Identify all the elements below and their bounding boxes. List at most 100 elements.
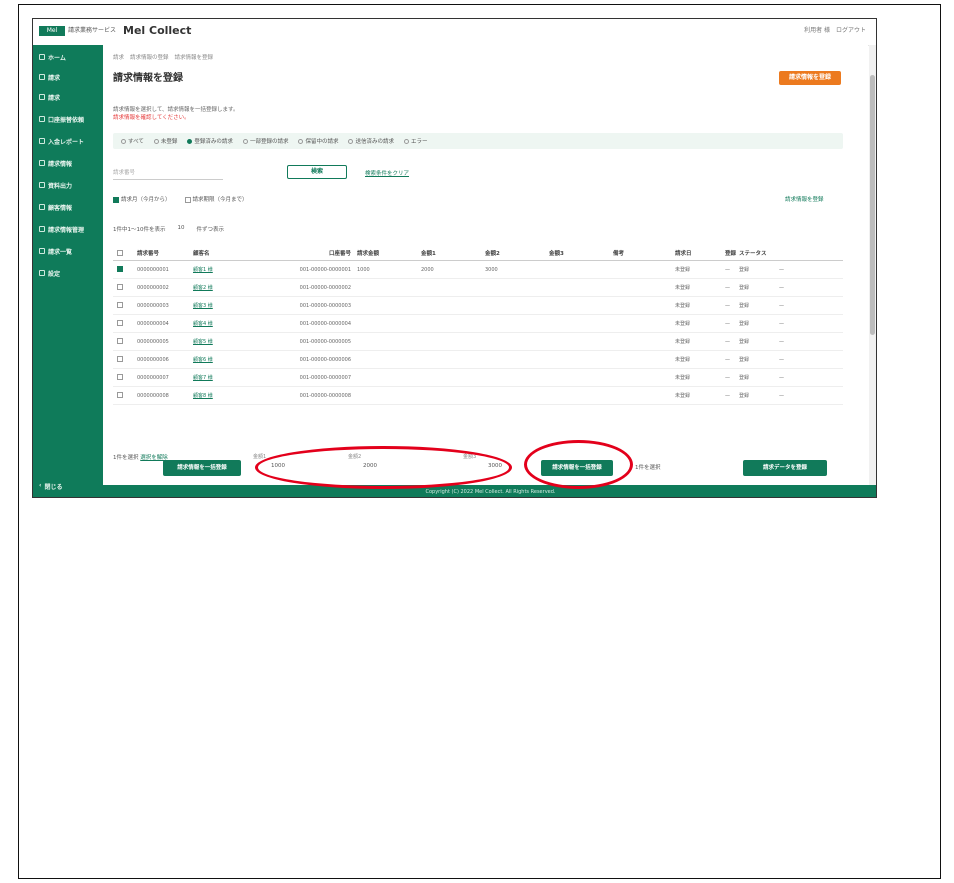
table-row[interactable]: 0000000006 顧客6 様 001-00000-0000006 未登録 — 登録 — — [113, 351, 843, 369]
sidebar-item-transfer[interactable]: 口座振替依頼 — [39, 113, 84, 125]
select-all-checkbox[interactable] — [113, 249, 137, 257]
user-name[interactable]: 利用者 様 — [804, 26, 830, 36]
customer-name-link[interactable]: 顧客4 様 — [193, 320, 237, 327]
column-header[interactable]: 顧客名 — [193, 249, 237, 257]
row-checkbox[interactable] — [113, 374, 137, 381]
status-select[interactable]: 未登録 — [675, 266, 725, 273]
column-header[interactable]: ステータス — [739, 249, 779, 257]
checkbox-this-month[interactable]: 請求月（今月から） — [113, 195, 171, 203]
customer-name-link[interactable]: 顧客5 様 — [193, 338, 237, 345]
sidebar-item-home[interactable]: ホーム — [39, 51, 66, 63]
filter-option[interactable]: 保留中の請求 — [298, 137, 338, 145]
status-select[interactable]: 未登録 — [675, 356, 725, 363]
customer-name-link[interactable]: 顧客1 様 — [193, 266, 237, 273]
row-checkbox[interactable] — [113, 320, 137, 327]
column-header: 登録 — [725, 251, 737, 257]
register-data-button[interactable]: 請求データを登録 — [743, 460, 827, 476]
sidebar-item-billing[interactable]: 請求 — [39, 71, 60, 83]
sidebar-item-info[interactable]: 請求情報 — [39, 157, 72, 169]
status-select[interactable]: 未登録 — [675, 374, 725, 381]
status-select[interactable]: 未登録 — [675, 320, 725, 327]
search-button[interactable]: 検索 — [287, 165, 347, 179]
checkbox-icon — [117, 374, 123, 381]
column-header[interactable]: 請求金額 — [357, 249, 421, 257]
customer-name-link[interactable]: 顧客2 様 — [193, 284, 237, 291]
app-title: Mel Collect — [123, 24, 192, 37]
filter-option[interactable]: すべて — [121, 137, 144, 145]
table-row[interactable]: 0000000003 顧客3 様 001-00000-0000003 未登録 — 登録 — — [113, 297, 843, 315]
customer-name-link[interactable]: 顧客7 様 — [193, 374, 237, 381]
sidebar-item-export[interactable]: 資料出力 — [39, 179, 72, 191]
scrollbar-thumb[interactable] — [870, 75, 875, 335]
breadcrumb-item[interactable]: 請求情報の登録 — [130, 53, 169, 61]
status-select[interactable]: 未登録 — [675, 338, 725, 345]
filter-option-selected[interactable]: 登録済みの請求 — [187, 137, 233, 145]
state-select[interactable]: 登録 — [739, 284, 779, 291]
row-checkbox[interactable] — [113, 266, 137, 273]
state-select[interactable]: 登録 — [739, 338, 779, 345]
row-checkbox[interactable] — [113, 338, 137, 345]
row-checkbox[interactable] — [113, 356, 137, 363]
register-billing-button[interactable]: 請求情報を登録 — [779, 71, 841, 85]
billing-number: 0000000003 — [137, 302, 169, 309]
column-header[interactable]: 金額2 — [485, 249, 549, 257]
column-header[interactable]: 金額3 — [549, 249, 613, 257]
row-checkbox[interactable] — [113, 302, 137, 309]
table-row[interactable]: 0000000007 顧客7 様 001-00000-0000007 未登録 — 登録 — — [113, 369, 843, 387]
table-row[interactable]: 0000000004 顧客4 様 001-00000-0000004 未登録 — 登録 — — [113, 315, 843, 333]
breadcrumb-item[interactable]: 請求 — [113, 53, 124, 61]
sidebar-item-list[interactable]: 請求一覧 — [39, 245, 72, 257]
sidebar-close[interactable]: ‹ 閉じる — [39, 482, 63, 491]
sidebar-item-management[interactable]: 請求情報管理 — [39, 223, 84, 235]
sidebar-item-settings[interactable]: 設定 — [39, 267, 60, 279]
search-input[interactable]: 請求番号 — [113, 167, 223, 180]
home-icon — [39, 54, 45, 60]
table-row[interactable]: 0000000008 顧客8 様 001-00000-0000008 未登録 — 登録 — — [113, 387, 843, 405]
table-row[interactable]: 0000000005 顧客5 様 001-00000-0000005 未登録 — 登録 — — [113, 333, 843, 351]
document-icon — [39, 94, 45, 100]
app-footer: Copyright (C) 2022 Mel Collect. All Righ… — [103, 485, 876, 497]
row-checkbox[interactable] — [113, 392, 137, 399]
state-select[interactable]: 登録 — [739, 374, 779, 381]
filter-option[interactable]: 未登録 — [153, 137, 177, 145]
filter-label: 送信済みの請求 — [355, 139, 394, 145]
radio-checked-icon — [187, 139, 193, 144]
customer-name-link[interactable]: 顧客6 様 — [193, 356, 237, 363]
vertical-scrollbar[interactable] — [869, 45, 876, 485]
list-icon — [39, 248, 45, 254]
logout-link[interactable]: ログアウト — [836, 26, 866, 36]
page-size-select[interactable]: 10 — [178, 225, 185, 233]
customer-name-link[interactable]: 顧客3 様 — [193, 302, 237, 309]
customer-icon — [39, 204, 45, 210]
status-select[interactable]: 未登録 — [675, 284, 725, 291]
column-header[interactable]: 請求番号 — [137, 249, 193, 257]
bulk-register-left-button[interactable]: 請求情報を一括登録 — [163, 460, 241, 476]
customer-name-link[interactable]: 顧客8 様 — [193, 392, 237, 399]
sidebar-item-label: 顧客情報 — [48, 204, 73, 212]
state-select[interactable]: 登録 — [739, 302, 779, 309]
column-header[interactable]: 請求日 — [675, 249, 725, 257]
state-select[interactable]: 登録 — [739, 392, 779, 399]
sidebar-item-label: 設定 — [48, 270, 61, 278]
filter-option[interactable]: エラー — [403, 137, 428, 145]
state-select[interactable]: 登録 — [739, 266, 779, 273]
checkbox-deadline[interactable]: 請求期限（今月まで） — [184, 195, 248, 203]
table-row[interactable]: 0000000002 顧客2 様 001-00000-0000002 未登録 — 登録 — — [113, 279, 843, 297]
column-header[interactable]: 口座番号 — [281, 249, 357, 257]
filter-option[interactable]: 一部登録の請求 — [242, 137, 288, 145]
state-select[interactable]: 登録 — [739, 320, 779, 327]
sidebar-item-billing-2[interactable]: 請求 — [39, 91, 60, 103]
sidebar-item-report[interactable]: 入金レポート — [39, 135, 84, 147]
state-select[interactable]: 登録 — [739, 356, 779, 363]
register-link[interactable]: 請求情報を登録 — [785, 195, 824, 203]
table-row[interactable]: 0000000001 顧客1 様 001-00000-0000001 1000 2000… — [113, 261, 843, 279]
column-header[interactable]: 備考 — [613, 249, 675, 257]
filter-option[interactable]: 送信済みの請求 — [348, 137, 394, 145]
status-select[interactable]: 未登録 — [675, 302, 725, 309]
status-select[interactable]: 未登録 — [675, 392, 725, 399]
clear-conditions-link[interactable]: 検索条件をクリア — [365, 169, 409, 177]
sidebar-item-label: 請求 — [48, 94, 61, 102]
column-header[interactable]: 金額1 — [421, 249, 485, 257]
sidebar-item-customers[interactable]: 顧客情報 — [39, 201, 72, 213]
row-checkbox[interactable] — [113, 284, 137, 291]
